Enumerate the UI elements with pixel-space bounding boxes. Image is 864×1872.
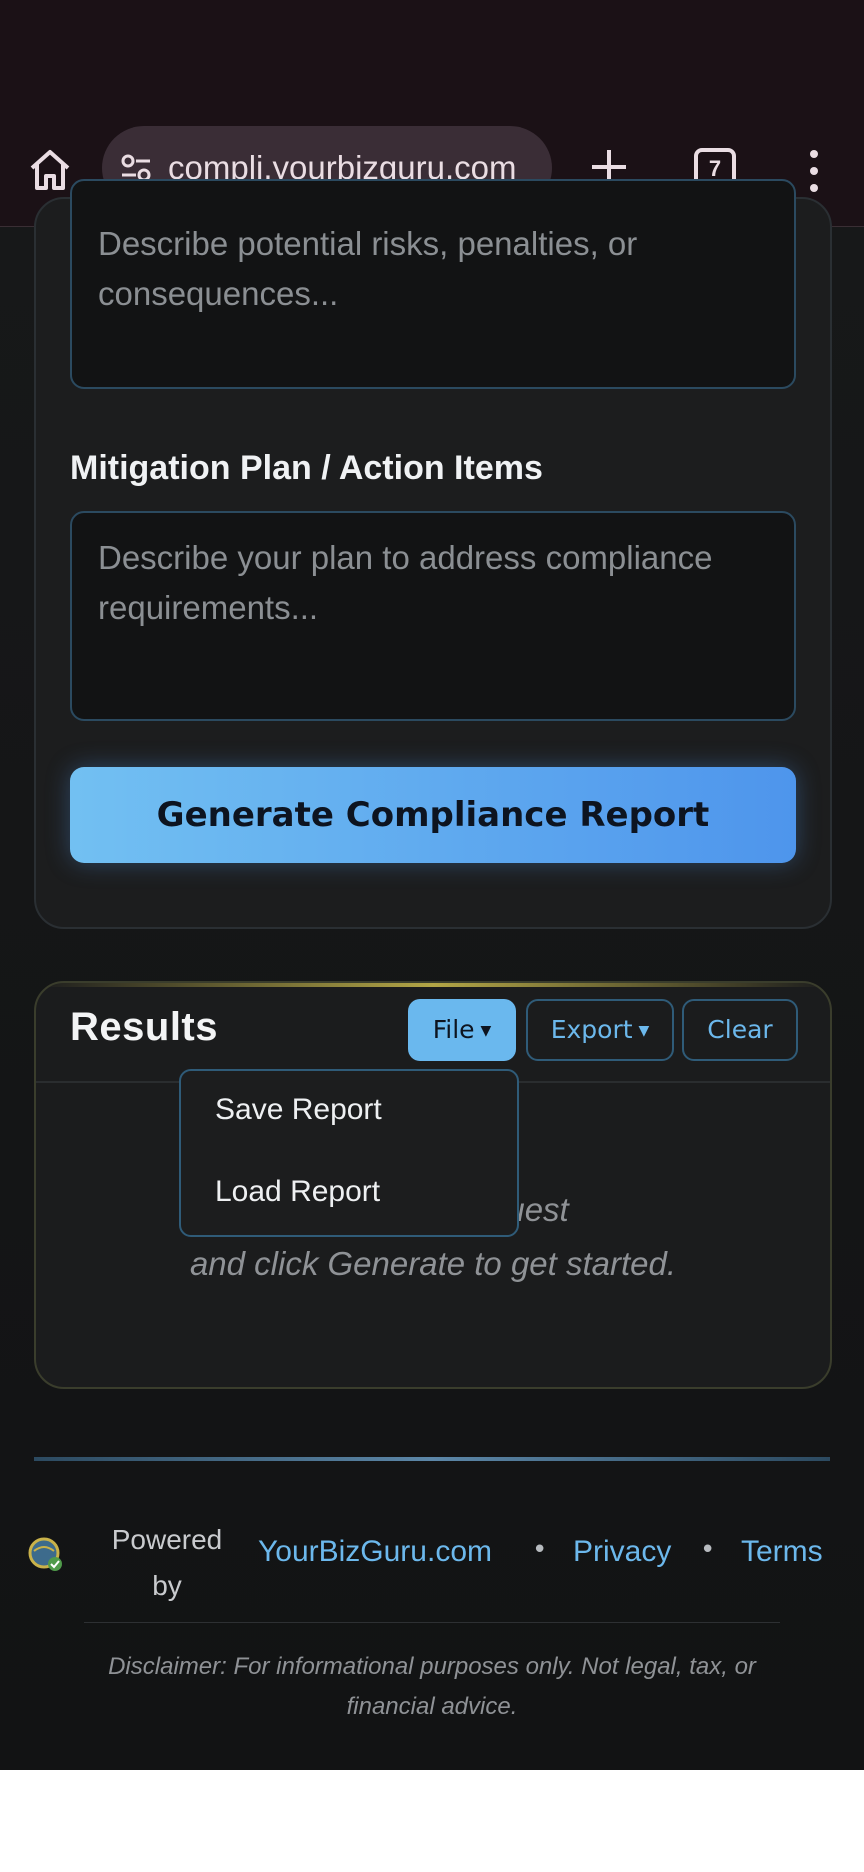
- footer-separator: •: [532, 1535, 548, 1565]
- yourbizguru-link[interactable]: YourBizGuru.com: [258, 1535, 492, 1569]
- export-menu-button[interactable]: Export ▼: [526, 999, 674, 1061]
- save-report-menu-item[interactable]: Save Report: [215, 1093, 382, 1127]
- risks-textarea[interactable]: Describe potential risks, penalties, or …: [70, 179, 796, 389]
- mitigation-label: Mitigation Plan / Action Items: [70, 449, 543, 487]
- empty-state-line-2: and click Generate to get started.: [189, 1245, 677, 1282]
- home-icon[interactable]: [24, 144, 76, 196]
- mitigation-textarea[interactable]: Describe your plan to address compliance…: [70, 511, 796, 721]
- file-button-label: File: [432, 1015, 475, 1044]
- chevron-down-icon: ▼: [480, 1023, 492, 1039]
- page-content: Describe potential risks, penalties, or …: [0, 179, 864, 1770]
- powered-by-text: Powered by: [111, 1524, 223, 1601]
- results-title: Results: [70, 1005, 218, 1049]
- compliance-form-card: Describe potential risks, penalties, or …: [34, 179, 832, 929]
- more-menu-icon[interactable]: [800, 148, 828, 194]
- file-menu-button[interactable]: File ▼: [408, 999, 516, 1061]
- file-dropdown-menu: Save Report Load Report: [179, 1069, 519, 1237]
- status-bar: [0, 0, 864, 110]
- privacy-link[interactable]: Privacy: [573, 1535, 671, 1569]
- yourbizguru-logo-icon: [28, 1537, 62, 1571]
- disclaimer-text: Disclaimer: For informational purposes o…: [108, 1653, 756, 1720]
- clear-button[interactable]: Clear: [682, 999, 798, 1061]
- footer-separator: •: [700, 1535, 716, 1565]
- chevron-down-icon: ▼: [638, 1023, 650, 1039]
- generate-report-button[interactable]: Generate Compliance Report: [70, 767, 796, 863]
- footer-separator-line: [84, 1622, 780, 1623]
- footer-divider: [34, 1457, 830, 1461]
- results-header: Results File ▼ Export ▼ Clear: [36, 983, 830, 1083]
- export-button-label: Export: [550, 1015, 633, 1044]
- terms-link[interactable]: Terms: [741, 1535, 823, 1569]
- load-report-menu-item[interactable]: Load Report: [215, 1175, 380, 1209]
- bottom-blank-area: [0, 1770, 864, 1872]
